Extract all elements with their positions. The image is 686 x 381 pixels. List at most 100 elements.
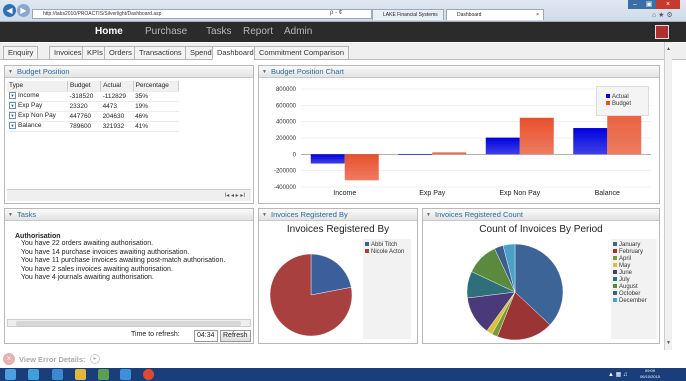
task-line[interactable]: You have 11 purchase invoices awaiting p… xyxy=(21,257,225,266)
bar-actual-income[interactable] xyxy=(310,154,345,164)
task-line[interactable]: You have 4 journals awaiting authorisati… xyxy=(21,274,225,283)
invoices-count-legend: January February April May June July August Oct… xyxy=(611,239,657,339)
budget-chart-panel: Budget Position Chart 800000 600000 400000… xyxy=(258,65,660,204)
col-actual[interactable]: Actual xyxy=(100,81,134,92)
tab-orders[interactable]: Orders xyxy=(104,46,137,60)
x-tick-label: Exp Non Pay xyxy=(499,190,540,197)
legend-item-budget: Budget xyxy=(606,101,648,108)
budget-position-header[interactable]: Budget Position xyxy=(5,66,253,78)
invoices-count-header[interactable]: Invoices Registered Count xyxy=(423,209,659,221)
bar-budget-income[interactable] xyxy=(344,154,379,181)
minimize-icon[interactable]: – xyxy=(628,0,642,9)
refresh-button[interactable]: Refresh xyxy=(220,330,251,342)
restore-icon[interactable]: ▣ xyxy=(642,0,656,9)
scroll-up-icon[interactable]: ▲ xyxy=(666,46,671,52)
col-budget[interactable]: Budget xyxy=(67,81,102,92)
ie-icon[interactable] xyxy=(52,369,63,380)
invoices-by-header[interactable]: Invoices Registered By xyxy=(259,209,417,221)
desktop-icon[interactable] xyxy=(28,369,39,380)
bar-actual-exp-non-pay[interactable] xyxy=(485,137,520,155)
browser-tab-dashboard[interactable]: Dashboard × xyxy=(446,9,544,20)
invoices-by-panel: Invoices Registered By Invoices Register… xyxy=(258,208,418,344)
invoices-count-pie xyxy=(466,243,564,341)
legend-item-december: December xyxy=(613,298,655,305)
y-tick-label: -400000 xyxy=(274,185,297,191)
scroll-thumb[interactable] xyxy=(16,321,241,326)
invoices-by-chart-title: Invoices Registered By xyxy=(286,224,390,235)
table-row[interactable]: ▼ Exp Pay 23320 4473 19% xyxy=(7,101,179,112)
legend-label: August xyxy=(619,284,638,290)
y-tick-label: 200000 xyxy=(276,136,297,142)
table-row[interactable]: ▼ Income -318520 -112829 35% xyxy=(7,91,179,102)
legend-label: May xyxy=(619,263,631,269)
legend-swatch xyxy=(613,291,617,295)
chart-legend: Actual Budget xyxy=(596,86,649,116)
task-line[interactable]: You have 14 purchase invoices awaiting a… xyxy=(21,249,225,258)
horizontal-scrollbar[interactable] xyxy=(7,319,251,327)
scroll-down-icon[interactable]: ▼ xyxy=(666,340,671,346)
tab-enquiry[interactable]: Enquiry xyxy=(3,46,39,60)
legend-item-april: April xyxy=(613,256,655,263)
table-row[interactable]: ▼ Balance 789600 321932 41% xyxy=(7,121,179,132)
legend-label: January xyxy=(619,242,641,248)
y-tick-label: 800000 xyxy=(276,87,297,93)
budget-chart-header[interactable]: Budget Position Chart xyxy=(259,66,659,78)
forward-icon[interactable]: ▶ xyxy=(17,4,30,17)
legend-item-nicole-acton: Nicole Acton xyxy=(365,249,409,256)
col-percentage[interactable]: Percentage xyxy=(133,81,180,92)
nav-tasks[interactable]: Tasks xyxy=(206,22,232,42)
legend-item-abbi-titch: Abbi Titch xyxy=(365,242,409,249)
legend-item-june: June xyxy=(613,270,655,277)
chrome-icon[interactable] xyxy=(143,369,154,380)
tab-transactions[interactable]: Transactions xyxy=(134,46,187,60)
pager-nav-icons[interactable]: I◂ ◂ ▸ ▸I xyxy=(225,192,245,199)
refresh-timer: 04:34 xyxy=(194,330,218,342)
nav-report[interactable]: Report xyxy=(243,22,273,42)
tab-dashboard[interactable]: Dashboard xyxy=(212,46,259,60)
window-close-icon[interactable]: × xyxy=(656,0,680,9)
tray-icons[interactable]: ▲ ▦ ♫ xyxy=(608,371,627,378)
tab-invoices[interactable]: Invoices xyxy=(49,46,87,60)
browser-tab-lake[interactable]: LAKE Financial Systems xyxy=(372,9,444,20)
tasks-header[interactable]: Tasks xyxy=(5,209,253,221)
y-tick-label: 400000 xyxy=(276,120,297,126)
legend-label: June xyxy=(619,270,633,276)
home-star-gear-icons[interactable]: ⌂ ★ ⚙ xyxy=(652,11,673,19)
tab-commitment-comparison[interactable]: Commitment Comparison xyxy=(254,46,350,60)
col-type[interactable]: Type xyxy=(7,81,68,92)
search-refresh-icon[interactable]: ρ - ¢ xyxy=(330,10,342,16)
settings-icon[interactable] xyxy=(120,369,131,380)
error-details-toggle-icon[interactable]: ▸ xyxy=(90,354,100,364)
expand-icon[interactable]: ▼ xyxy=(9,122,16,130)
y-tick-label: -200000 xyxy=(274,169,297,175)
legend-swatch xyxy=(365,242,369,246)
address-bar[interactable]: http://tabs2010/PROACTIS/Silverlight/Das… xyxy=(32,9,372,19)
nav-purchase[interactable]: Purchase xyxy=(145,22,187,42)
nav-home[interactable]: Home xyxy=(95,22,123,42)
invoices-count-panel: Invoices Registered Count Count of Invoi… xyxy=(422,208,660,344)
legend-swatch xyxy=(613,284,617,288)
page-scrollbar[interactable]: ▲ ▼ xyxy=(664,42,672,350)
clock[interactable]: 09:09 06/10/2015 xyxy=(640,368,660,380)
bar-budget-exp-non-pay[interactable] xyxy=(519,117,554,155)
bar-budget-exp-pay[interactable] xyxy=(432,152,467,155)
legend-label: Nicole Acton xyxy=(371,249,405,255)
legend-swatch xyxy=(613,256,617,260)
folder-icon[interactable] xyxy=(75,369,86,380)
start-icon[interactable] xyxy=(5,369,16,380)
expand-icon[interactable]: ▼ xyxy=(9,92,16,100)
user-avatar-icon[interactable] xyxy=(655,25,669,39)
expand-icon[interactable]: ▼ xyxy=(9,112,16,120)
close-tab-icon[interactable]: × xyxy=(536,10,539,20)
budget-table: Type Budget Actual Percentage ▼ Income -31… xyxy=(7,81,180,132)
network-icon[interactable] xyxy=(98,369,109,380)
back-icon[interactable]: ◀ xyxy=(3,4,16,17)
task-line[interactable]: You have 22 orders awaiting authorisatio… xyxy=(21,240,225,249)
nav-admin[interactable]: Admin xyxy=(284,22,312,42)
expand-icon[interactable]: ▼ xyxy=(9,102,16,110)
url-text: http://tabs2010/PROACTIS/Silverlight/Das… xyxy=(43,11,162,17)
bar-actual-balance[interactable] xyxy=(573,128,608,155)
table-row[interactable]: ▼ Exp Non Pay 447760 204630 46% xyxy=(7,111,179,122)
task-line[interactable]: You have 2 sales invoices awaiting autho… xyxy=(21,266,225,275)
bar-actual-exp-pay[interactable] xyxy=(398,153,433,155)
